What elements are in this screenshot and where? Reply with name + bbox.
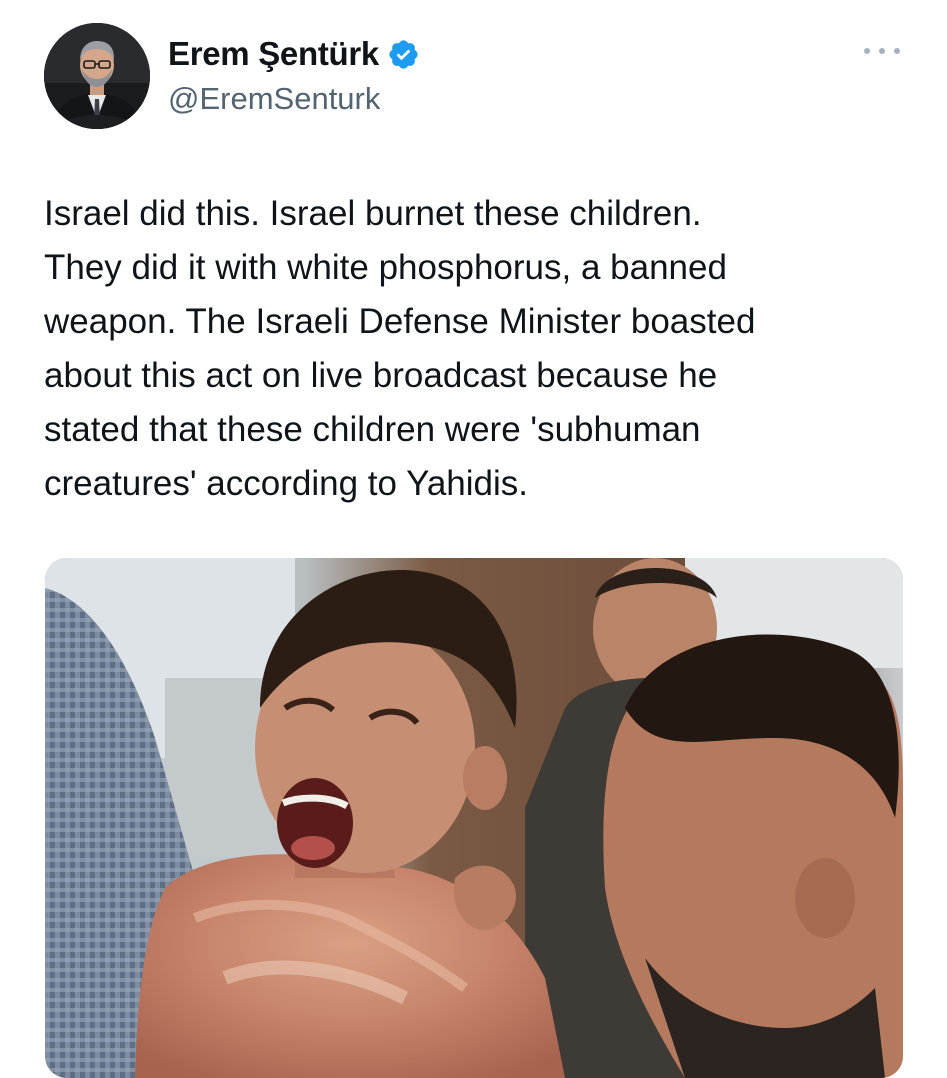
tweet-text: Israel did this. Israel burnet these chi…	[44, 194, 756, 503]
author-name-row[interactable]: Erem Şentürk	[168, 34, 420, 74]
more-options-icon[interactable]	[864, 40, 900, 62]
tweet-photo[interactable]	[45, 558, 903, 1078]
verified-badge-icon	[387, 38, 420, 71]
author-avatar[interactable]	[44, 23, 150, 129]
avatar-photo	[44, 23, 150, 129]
author-handle[interactable]: @EremSenturk	[168, 80, 380, 118]
photo-illustration	[45, 558, 903, 1078]
more-dot	[879, 48, 885, 54]
more-dot	[864, 48, 870, 54]
author-display-name[interactable]: Erem Şentürk	[168, 34, 379, 74]
more-dot	[894, 48, 900, 54]
tweet-card: Erem Şentürk @EremSenturk Israel did thi…	[0, 0, 947, 1078]
